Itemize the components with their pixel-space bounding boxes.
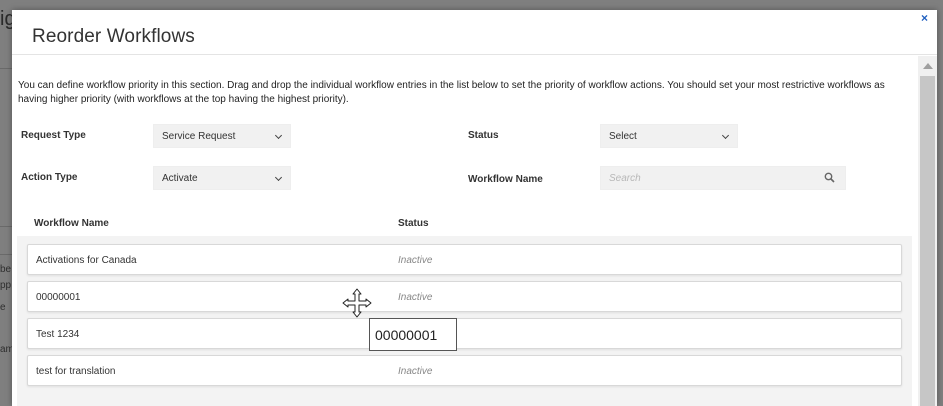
modal-title: Reorder Workflows: [32, 26, 195, 47]
action-type-label: Action Type: [21, 172, 78, 183]
action-type-select[interactable]: Activate: [153, 166, 291, 190]
scrollbar-thumb[interactable]: [920, 76, 935, 406]
workflow-name: test for translation: [36, 366, 116, 377]
close-icon[interactable]: ×: [921, 11, 928, 25]
modal-header-divider: [12, 54, 937, 55]
status-select[interactable]: Select: [600, 124, 738, 148]
workflow-sortable-list: Activations for Canada Inactive 00000001…: [17, 236, 912, 406]
background-divider: [0, 68, 12, 69]
request-type-select[interactable]: Service Request: [153, 124, 291, 148]
workflow-row[interactable]: Activations for Canada Inactive: [27, 244, 902, 275]
workflow-name: Test 1234: [36, 329, 80, 340]
workflow-name-search-input[interactable]: Search: [600, 166, 846, 190]
background-divider: [0, 226, 12, 227]
move-cursor-icon: [342, 288, 372, 318]
drag-ghost-item: 00000001: [369, 318, 457, 351]
modal-description: You can define workflow priority in this…: [18, 80, 885, 105]
workflow-name: 00000001: [36, 292, 81, 303]
column-header-status: Status: [398, 218, 429, 229]
background-text-fragment: pp: [0, 280, 12, 291]
column-header-workflow-name: Workflow Name: [34, 218, 109, 229]
status-value: Select: [609, 131, 637, 142]
workflow-row[interactable]: Test 1234: [27, 318, 902, 349]
workflow-row[interactable]: 00000001 Inactive: [27, 281, 902, 312]
search-placeholder: Search: [609, 173, 641, 184]
workflow-name-label: Workflow Name: [468, 174, 543, 185]
scroll-up-arrow-icon[interactable]: [923, 63, 933, 69]
background-divider: [0, 254, 12, 255]
workflow-row[interactable]: test for translation Inactive: [27, 355, 902, 386]
request-type-value: Service Request: [162, 131, 236, 142]
status-label: Status: [468, 130, 499, 141]
action-type-value: Activate: [162, 173, 198, 184]
chevron-down-icon: [274, 131, 283, 140]
workflow-status: Inactive: [398, 366, 433, 377]
workflow-status: Inactive: [398, 255, 433, 266]
workflow-name: Activations for Canada: [36, 255, 137, 266]
chevron-down-icon: [274, 173, 283, 182]
workflow-status: Inactive: [398, 292, 433, 303]
modal-scrollbar[interactable]: [918, 56, 937, 406]
request-type-label: Request Type: [21, 130, 86, 141]
search-icon[interactable]: [824, 172, 835, 183]
chevron-down-icon: [721, 131, 730, 140]
background-text-fragment: be: [0, 264, 12, 275]
background-text-fragment: e: [0, 302, 6, 313]
